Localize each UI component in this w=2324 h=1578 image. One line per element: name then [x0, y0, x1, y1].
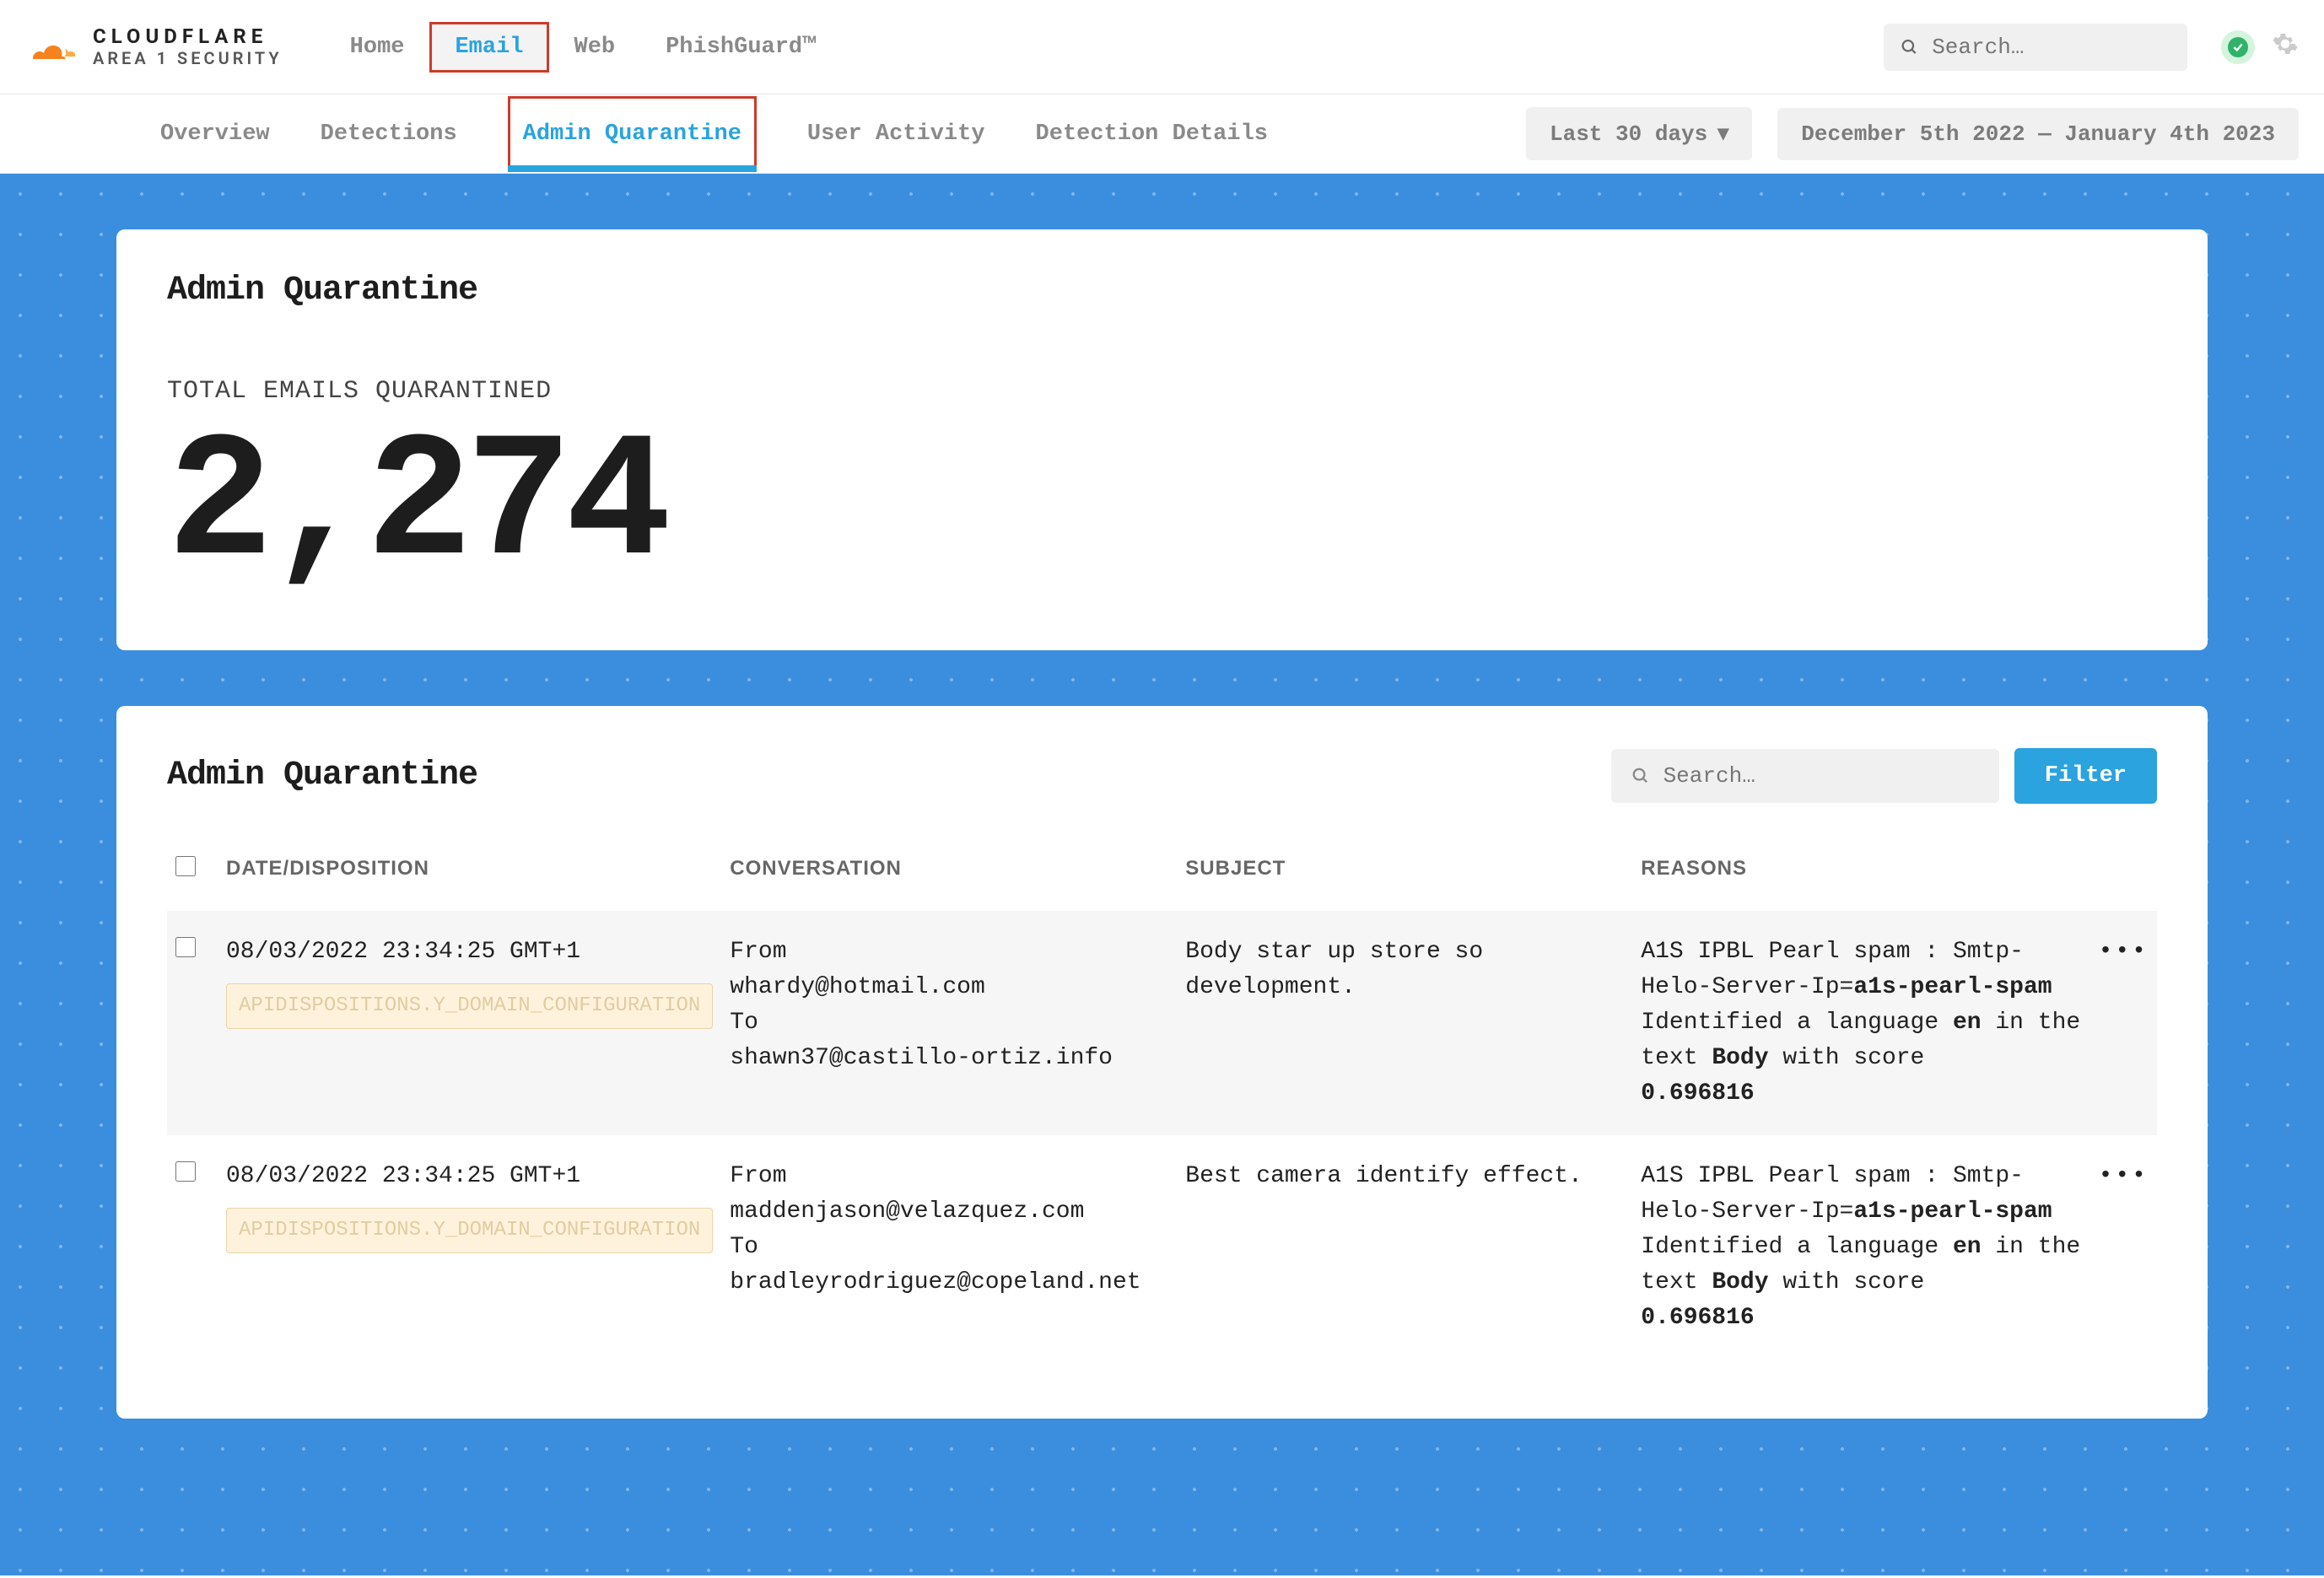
- select-all-checkbox[interactable]: [175, 856, 196, 876]
- table-row: 08/03/2022 23:34:25 GMT+1 APIDISPOSITION…: [167, 911, 2157, 1135]
- subnav-detection-details[interactable]: Detection Details: [1036, 96, 1268, 172]
- summary-card: Admin Quarantine TOTAL EMAILS QUARANTINE…: [116, 229, 2208, 650]
- col-subject: SUBJECT: [1177, 841, 1632, 911]
- stat-value: 2,274: [167, 423, 2157, 591]
- nav-web[interactable]: Web: [549, 22, 641, 73]
- table-title: Admin Quarantine: [167, 757, 477, 794]
- row-actions-button[interactable]: •••: [2099, 1163, 2149, 1189]
- date-range-display: December 5th 2022 — January 4th 2023: [1777, 108, 2299, 160]
- nav-email[interactable]: Email: [429, 22, 548, 73]
- stat-label: TOTAL EMAILS QUARANTINED: [167, 377, 2157, 406]
- from-label: From: [730, 939, 786, 965]
- filter-button[interactable]: Filter: [2014, 748, 2157, 804]
- top-nav: Home Email Web PhishGuard™: [325, 22, 842, 73]
- logo[interactable]: CLOUDFLARE AREA 1 SECURITY: [25, 26, 283, 67]
- disposition-badge: APIDISPOSITIONS.Y_DOMAIN_CONFIGURATION: [226, 983, 713, 1029]
- date-range-label: Last 30 days: [1550, 121, 1707, 147]
- from-value: maddenjason@velazquez.com: [730, 1198, 1084, 1225]
- table-row: 08/03/2022 23:34:25 GMT+1 APIDISPOSITION…: [167, 1135, 2157, 1360]
- chevron-down-icon: ▾: [1717, 121, 1728, 147]
- row-checkbox[interactable]: [175, 1161, 196, 1182]
- brand-name: CLOUDFLARE: [93, 26, 283, 47]
- to-value: shawn37@castillo-ortiz.info: [730, 1045, 1113, 1071]
- nav-home[interactable]: Home: [325, 22, 430, 73]
- topbar: CLOUDFLARE AREA 1 SECURITY Home Email We…: [0, 0, 2324, 94]
- subnav-user-activity[interactable]: User Activity: [807, 96, 985, 172]
- disposition-badge: APIDISPOSITIONS.Y_DOMAIN_CONFIGURATION: [226, 1208, 713, 1253]
- subnav: Overview Detections Admin Quarantine Use…: [0, 94, 2324, 174]
- global-search-input[interactable]: [1932, 35, 2170, 60]
- search-icon: [1901, 37, 1918, 57]
- from-value: whardy@hotmail.com: [730, 974, 984, 1000]
- row-date: 08/03/2022 23:34:25 GMT+1: [226, 939, 580, 965]
- subnav-overview[interactable]: Overview: [160, 96, 270, 172]
- table-card: Admin Quarantine Filter DATE/DISPOSITION…: [116, 706, 2208, 1419]
- settings-button[interactable]: [2272, 30, 2299, 63]
- table-search[interactable]: [1611, 749, 1999, 803]
- from-label: From: [730, 1163, 786, 1189]
- row-date: 08/03/2022 23:34:25 GMT+1: [226, 1163, 580, 1189]
- reasons-value: A1S IPBL Pearl spam : Smtp-Helo-Server-I…: [1632, 911, 2089, 1135]
- global-search[interactable]: [1884, 24, 2187, 71]
- cloudflare-logo-icon: [25, 27, 79, 67]
- nav-phishguard[interactable]: PhishGuard™: [640, 22, 841, 73]
- subject-value: Best camera identify effect.: [1177, 1135, 1632, 1360]
- subnav-admin-quarantine[interactable]: Admin Quarantine: [508, 96, 757, 172]
- content-area: Admin Quarantine TOTAL EMAILS QUARANTINE…: [0, 174, 2324, 1575]
- col-reasons: REASONS: [1632, 841, 2089, 911]
- status-badge[interactable]: [2221, 30, 2255, 64]
- brand-sub: AREA 1 SECURITY: [93, 50, 283, 67]
- col-conversation: CONVERSATION: [721, 841, 1177, 911]
- page-title: Admin Quarantine: [167, 272, 2157, 310]
- shield-check-icon: [2228, 37, 2248, 57]
- row-checkbox[interactable]: [175, 937, 196, 957]
- search-icon: [1631, 766, 1650, 786]
- subject-value: Body star up store so development.: [1177, 911, 1632, 1135]
- table-search-input[interactable]: [1663, 763, 1979, 789]
- date-range-dropdown[interactable]: Last 30 days ▾: [1526, 107, 1752, 160]
- to-label: To: [730, 1234, 758, 1260]
- reasons-value: A1S IPBL Pearl spam : Smtp-Helo-Server-I…: [1632, 1135, 2089, 1360]
- to-value: bradleyrodriguez@copeland.net: [730, 1269, 1140, 1295]
- row-actions-button[interactable]: •••: [2099, 939, 2149, 965]
- quarantine-table: DATE/DISPOSITION CONVERSATION SUBJECT RE…: [167, 841, 2157, 1360]
- subnav-detections[interactable]: Detections: [321, 96, 457, 172]
- to-label: To: [730, 1010, 758, 1036]
- gear-icon: [2272, 30, 2299, 57]
- col-date: DATE/DISPOSITION: [218, 841, 721, 911]
